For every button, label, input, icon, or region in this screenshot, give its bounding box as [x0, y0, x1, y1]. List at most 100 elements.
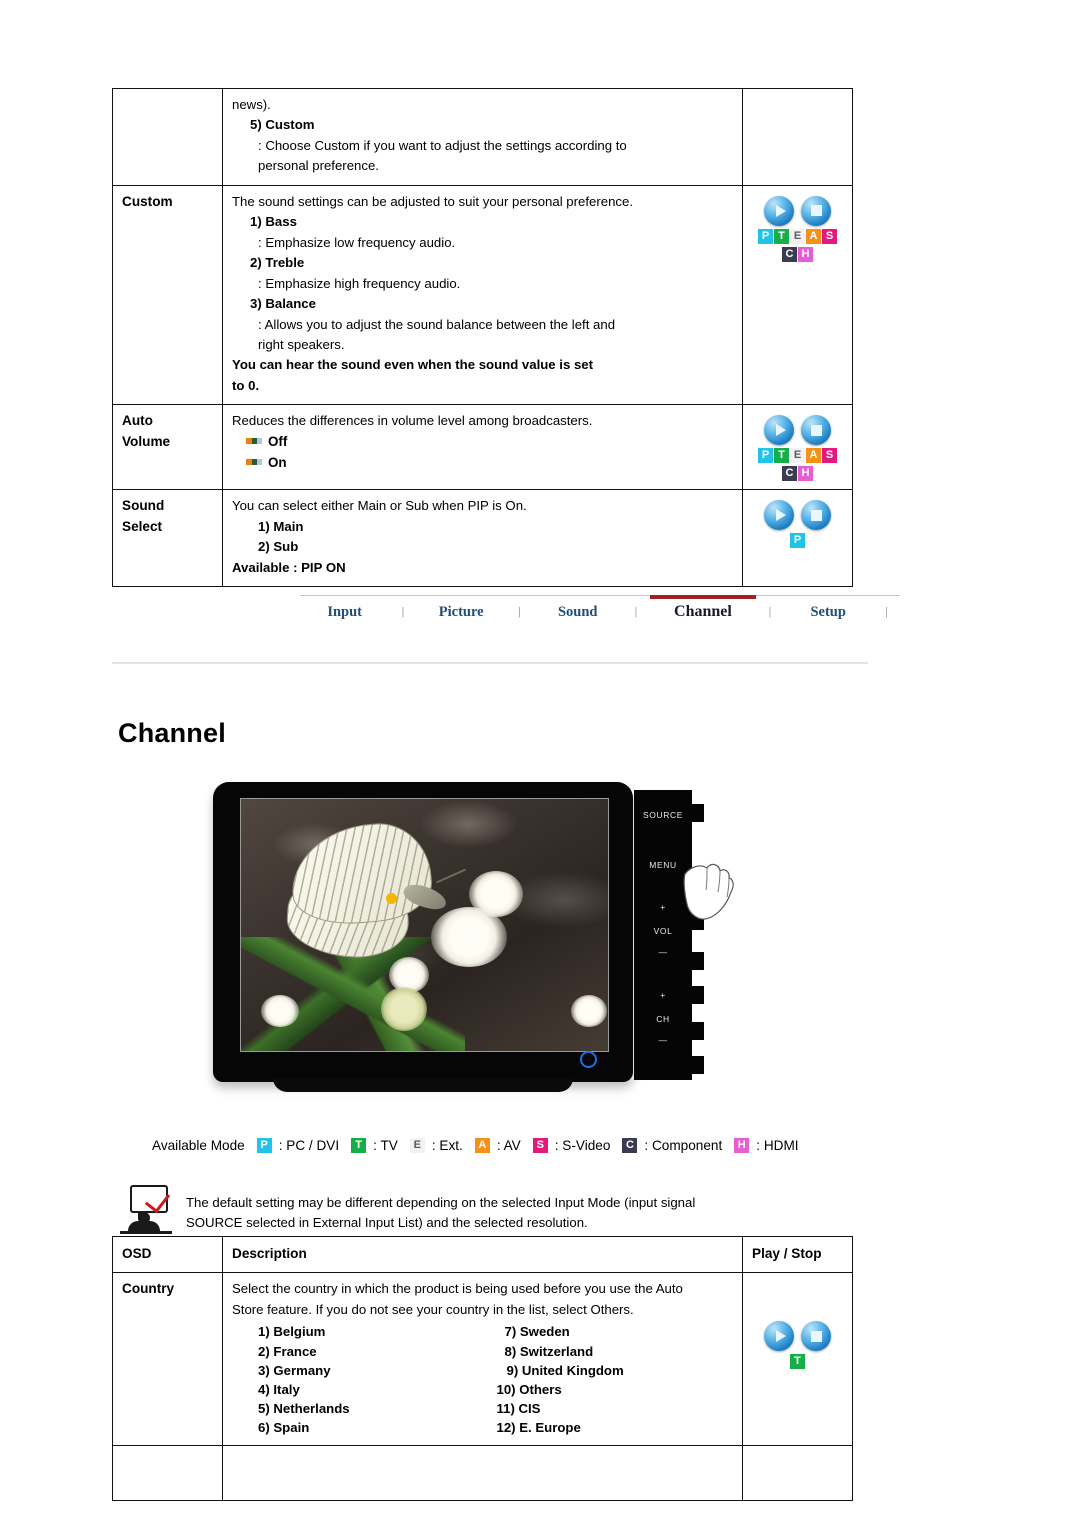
- sphere-row: [764, 1321, 831, 1352]
- table-row: Auto Volume Reduces the differences in v…: [112, 404, 853, 491]
- note-line-1: The default setting may be different dep…: [186, 1195, 696, 1210]
- description-cell: Select the country in which the product …: [222, 1272, 743, 1447]
- desc-line: : Allows you to adjust the sound balance…: [258, 316, 616, 332]
- table-row: news). 5) Custom : Choose Custom if you …: [112, 88, 853, 186]
- badge-a-icon: A: [806, 448, 821, 464]
- mode-pc-dvi-label: : PC / DVI: [278, 1138, 340, 1153]
- vol-down-button[interactable]: —: [634, 947, 692, 957]
- desc-line: 5) Custom: [250, 117, 315, 133]
- badge-h-icon: H: [734, 1138, 750, 1153]
- badge-p-icon: P: [256, 1138, 272, 1153]
- badge-p-icon: P: [758, 228, 773, 244]
- tab-label: Input: [327, 603, 362, 620]
- country-option[interactable]: 9) United Kingdom: [507, 1361, 734, 1380]
- ch-up-button[interactable]: +: [634, 990, 692, 1000]
- desc-line: : Emphasize high frequency audio.: [258, 275, 461, 291]
- osd-cell: Sound Select: [112, 489, 223, 588]
- stop-icon: [801, 415, 831, 446]
- mode-badge-row-1: T: [790, 1354, 805, 1370]
- mode-av-label: : AV: [496, 1138, 521, 1153]
- power-led-icon: [580, 1051, 597, 1068]
- tab-separator: |: [518, 605, 521, 618]
- manual-page: news). 5) Custom : Choose Custom if you …: [0, 0, 1080, 1528]
- country-option[interactable]: 5) Netherlands: [258, 1399, 483, 1418]
- mode-ext-label: : Ext.: [431, 1138, 463, 1153]
- stop-icon: [801, 1321, 831, 1352]
- badge-e-icon: E: [409, 1138, 425, 1153]
- butterfly-icon: [284, 819, 467, 965]
- badge-a-icon: A: [474, 1138, 490, 1153]
- ch-down-button[interactable]: —: [634, 1035, 692, 1045]
- play-stop-cell: P T E A S C H: [742, 404, 853, 491]
- tab-label: Picture: [438, 603, 484, 620]
- mode-icon-group: P T E A S C H: [752, 415, 843, 482]
- play-icon: [764, 195, 794, 226]
- mode-badge-row-1: P: [790, 533, 805, 549]
- desc-line: : Choose Custom if you want to adjust th…: [258, 137, 627, 153]
- country-option[interactable]: 10) Others: [497, 1380, 734, 1399]
- tab-separator: |: [768, 605, 772, 618]
- tabs-list: Input | Picture | Sound | Channel | Setu…: [300, 595, 900, 624]
- mode-icon-group: P: [752, 500, 843, 549]
- description-cell: The sound settings can be adjusted to su…: [222, 184, 743, 406]
- option-label: On: [268, 454, 287, 470]
- availability-note: Available : PIP ON: [232, 559, 346, 575]
- country-option[interactable]: 6) Spain: [258, 1418, 483, 1437]
- osd-cell: [112, 1445, 223, 1502]
- badge-e-icon: E: [790, 448, 805, 464]
- country-option[interactable]: 8) Switzerland: [505, 1342, 734, 1361]
- country-option[interactable]: 1) Belgium: [258, 1322, 483, 1341]
- channel-settings-table: OSD Description Play / Stop Country Sele…: [112, 1235, 853, 1502]
- country-option[interactable]: 11) CIS: [497, 1399, 734, 1418]
- bullet-icon: [246, 458, 262, 465]
- mode-component-label: : Component: [644, 1138, 723, 1153]
- mode-icon-group: T: [752, 1321, 843, 1370]
- osd-label: Custom: [122, 193, 173, 209]
- country-option[interactable]: 12) E. Europe: [497, 1418, 734, 1437]
- tabs-top-rule: [300, 595, 900, 596]
- header-play-stop: Play / Stop: [742, 1235, 853, 1274]
- flower-cluster: [261, 995, 299, 1027]
- tab-sound[interactable]: Sound: [533, 600, 622, 624]
- bullet-icon: [246, 437, 262, 444]
- mode-tv-label: : TV: [373, 1138, 398, 1153]
- country-option[interactable]: 3) Germany: [258, 1361, 483, 1380]
- active-tab-indicator: [649, 595, 757, 599]
- option-main: 1) Main: [258, 518, 304, 534]
- tab-input[interactable]: Input: [300, 600, 389, 624]
- osd-cell: Country: [112, 1272, 223, 1447]
- monitor-stand: [273, 1078, 573, 1092]
- tab-channel[interactable]: Channel: [649, 595, 757, 624]
- tab-setup[interactable]: Setup: [784, 600, 873, 624]
- country-option[interactable]: 4) Italy: [258, 1380, 483, 1399]
- mode-badge-row-2: C H: [782, 246, 813, 262]
- option-on: On: [246, 453, 733, 474]
- desc-line: You can select either Main or Sub when P…: [232, 498, 527, 514]
- sphere-row: [764, 195, 831, 226]
- mode-icon-group: P T E A S C H: [752, 195, 843, 262]
- header-osd: OSD: [112, 1235, 223, 1274]
- osd-cell: Auto Volume: [112, 404, 223, 491]
- source-button[interactable]: SOURCE: [634, 810, 692, 820]
- osd-cell: [112, 88, 223, 186]
- desc-line: You can hear the sound even when the sou…: [232, 357, 594, 373]
- butterfly-spot: [386, 893, 397, 904]
- option-sub: 2) Sub: [258, 539, 299, 555]
- country-option[interactable]: 7) Sweden: [505, 1322, 734, 1341]
- play-icon: [764, 1321, 794, 1352]
- note-block: The default setting may be different dep…: [120, 1185, 860, 1235]
- play-stop-cell: P: [742, 489, 853, 588]
- country-option[interactable]: 2) France: [258, 1342, 483, 1361]
- tab-picture[interactable]: Picture: [417, 600, 506, 624]
- tab-separator: |: [634, 605, 638, 618]
- badge-c-icon: C: [782, 246, 797, 262]
- stop-icon: [801, 195, 831, 226]
- description-cell: You can select either Main or Sub when P…: [222, 489, 743, 588]
- butterfly-forewing: [286, 819, 436, 929]
- badge-h-icon: H: [798, 466, 813, 482]
- play-icon: [764, 500, 794, 531]
- osd-cell: Custom: [112, 184, 223, 406]
- desc-line: The sound settings can be adjusted to su…: [232, 193, 634, 209]
- page-title: Channel: [118, 718, 226, 748]
- mode-hdmi-label: : HDMI: [756, 1138, 799, 1153]
